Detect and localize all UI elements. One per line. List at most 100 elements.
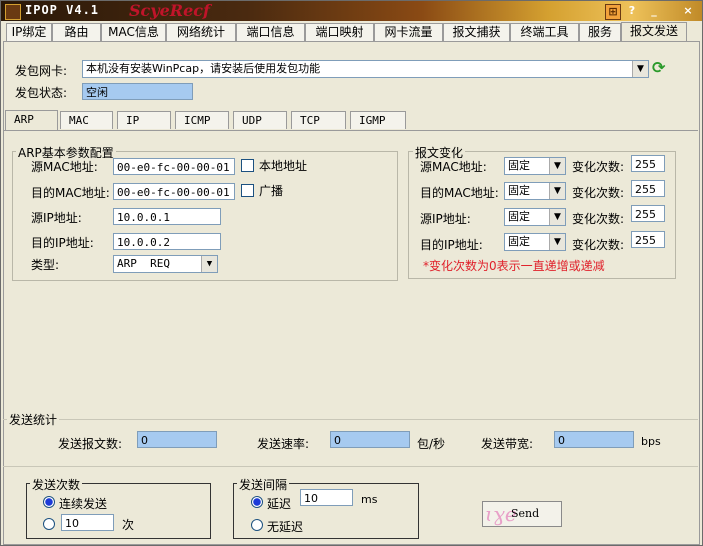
change-dst-ip-label: 目的IP地址: <box>420 238 483 252</box>
change-dst-mac-count-label: 变化次数: <box>572 186 625 200</box>
chevron-down-icon[interactable]: ▼ <box>549 183 565 199</box>
app-icon <box>5 4 21 20</box>
dst-ip-label: 目的IP地址: <box>31 236 94 250</box>
change-src-ip-count[interactable]: 255 <box>631 205 665 222</box>
arp-type-value: ARP REQ <box>117 257 170 270</box>
dst-mac-label: 目的MAC地址: <box>31 186 110 200</box>
stats-divider <box>3 419 698 420</box>
change-src-mac-mode-value: 固定 <box>508 159 530 172</box>
change-src-ip-mode-value: 固定 <box>508 210 530 223</box>
send-count-input[interactable]: 10 <box>61 514 114 531</box>
type-label: 类型: <box>31 258 60 272</box>
minimize-button[interactable]: _ <box>647 4 661 18</box>
refresh-icon[interactable]: ⟳ <box>652 60 668 76</box>
chevron-down-icon[interactable]: ▼ <box>549 209 565 225</box>
send-rate-label: 发送速率: <box>257 437 310 451</box>
title-decoration: ScyeRecf <box>129 1 210 20</box>
window-title: IPOP V4.1 <box>25 3 100 17</box>
local-address-checkbox[interactable] <box>241 159 254 172</box>
adapter-select[interactable]: 本机没有安装WinPcap，请安装后使用发包功能 ▼ <box>82 60 649 78</box>
adapter-value: 本机没有安装WinPcap，请安装后使用发包功能 <box>86 62 321 75</box>
tab-icmp[interactable]: ICMP <box>175 111 229 129</box>
tab-mac-info[interactable]: MAC信息 <box>101 23 166 41</box>
send-rate-unit: 包/秒 <box>417 437 446 451</box>
tab-mac[interactable]: MAC <box>60 111 113 129</box>
continuous-send-label: 连续发送 <box>59 497 108 511</box>
continuous-send-radio[interactable] <box>43 496 55 508</box>
change-src-mac-count-label: 变化次数: <box>572 160 625 174</box>
sent-packets-field: 0 <box>137 431 217 448</box>
delay-label: 延迟 <box>267 497 292 511</box>
change-dst-mac-label: 目的MAC地址: <box>420 186 499 200</box>
status-field: 空闲 <box>82 83 193 100</box>
no-delay-radio[interactable] <box>251 519 263 531</box>
chevron-down-icon[interactable]: ▼ <box>549 234 565 250</box>
tab-net-stats[interactable]: 网络统计 <box>166 23 236 41</box>
app-window: IPOP V4.1 ScyeRecf ⊞ ? _ × IP绑定 路由 MAC信息… <box>0 0 703 546</box>
tab-packet-capture[interactable]: 报文捕获 <box>443 23 510 41</box>
send-count-title: 发送次数 <box>30 476 83 493</box>
send-button[interactable]: ɩɣe Send <box>482 501 562 527</box>
change-src-mac-count[interactable]: 255 <box>631 155 665 172</box>
stats-title: 发送统计 <box>7 411 60 428</box>
dst-mac-input[interactable]: 00-e0-fc-00-00-01 <box>113 183 235 200</box>
send-rate-field: 0 <box>330 431 410 448</box>
tab-nic-traffic[interactable]: 网卡流量 <box>374 23 443 41</box>
tab-ip-bind[interactable]: IP绑定 <box>6 23 52 41</box>
local-address-label: 本地地址 <box>259 159 308 173</box>
bottom-divider <box>3 466 698 467</box>
no-delay-label: 无延迟 <box>267 520 304 534</box>
chevron-down-icon[interactable]: ▼ <box>549 158 565 174</box>
change-src-ip-label: 源IP地址: <box>420 212 471 226</box>
change-dst-mac-mode[interactable]: 固定 ▼ <box>504 182 566 200</box>
change-src-ip-mode[interactable]: 固定 ▼ <box>504 208 566 226</box>
main-tab-bar: IP绑定 路由 MAC信息 网络统计 端口信息 端口映射 网卡流量 报文捕获 终… <box>3 22 700 42</box>
src-ip-input[interactable]: 10.0.0.1 <box>113 208 221 225</box>
tab-terminal-tools[interactable]: 终端工具 <box>510 23 579 41</box>
delay-unit: ms <box>361 493 378 506</box>
tab-tcp[interactable]: TCP <box>291 111 346 129</box>
adapter-label: 发包网卡: <box>15 64 68 78</box>
send-count-unit: 次 <box>122 518 135 532</box>
chevron-down-icon[interactable]: ▼ <box>201 256 217 272</box>
tab-route[interactable]: 路由 <box>52 23 101 41</box>
change-src-mac-label: 源MAC地址: <box>420 160 487 174</box>
change-dst-ip-mode-value: 固定 <box>508 235 530 248</box>
tab-arp[interactable]: ARP <box>5 110 58 130</box>
help-button[interactable]: ? <box>625 4 639 18</box>
tab-packet-send[interactable]: 报文发送 <box>621 22 687 42</box>
close-button[interactable]: × <box>681 4 695 18</box>
broadcast-label: 广播 <box>259 184 284 198</box>
title-bar[interactable]: IPOP V4.1 ScyeRecf ⊞ ? _ × <box>1 1 702 21</box>
send-interval-title: 发送间隔 <box>237 476 290 493</box>
tab-udp[interactable]: UDP <box>233 111 287 129</box>
broadcast-checkbox[interactable] <box>241 184 254 197</box>
send-bandwidth-label: 发送带宽: <box>481 437 534 451</box>
tab-service[interactable]: 服务 <box>579 23 621 41</box>
change-dst-mac-count[interactable]: 255 <box>631 180 665 197</box>
sent-packets-label: 发送报文数: <box>58 437 123 451</box>
change-src-mac-mode[interactable]: 固定 ▼ <box>504 157 566 175</box>
arp-type-select[interactable]: ARP REQ ▼ <box>113 255 218 273</box>
chevron-down-icon[interactable]: ▼ <box>632 61 648 77</box>
tab-ip[interactable]: IP <box>117 111 171 129</box>
src-ip-label: 源IP地址: <box>31 211 82 225</box>
tab-port-info[interactable]: 端口信息 <box>236 23 305 41</box>
tab-port-map[interactable]: 端口映射 <box>305 23 374 41</box>
tab-igmp[interactable]: IGMP <box>350 111 406 129</box>
change-src-ip-count-label: 变化次数: <box>572 212 625 226</box>
change-dst-mac-mode-value: 固定 <box>508 184 530 197</box>
subtab-divider <box>3 130 698 131</box>
delay-input[interactable]: 10 <box>300 489 353 506</box>
menu-icon[interactable]: ⊞ <box>605 4 621 20</box>
src-mac-input[interactable]: 00-e0-fc-00-00-01 <box>113 158 235 175</box>
change-dst-ip-mode[interactable]: 固定 ▼ <box>504 233 566 251</box>
status-label: 发包状态: <box>15 86 68 100</box>
fixed-count-radio[interactable] <box>43 518 55 530</box>
delay-radio[interactable] <box>251 496 263 508</box>
src-mac-label: 源MAC地址: <box>31 160 98 174</box>
change-dst-ip-count[interactable]: 255 <box>631 231 665 248</box>
dst-ip-input[interactable]: 10.0.0.2 <box>113 233 221 250</box>
change-dst-ip-count-label: 变化次数: <box>572 238 625 252</box>
send-button-label: Send <box>511 507 540 520</box>
